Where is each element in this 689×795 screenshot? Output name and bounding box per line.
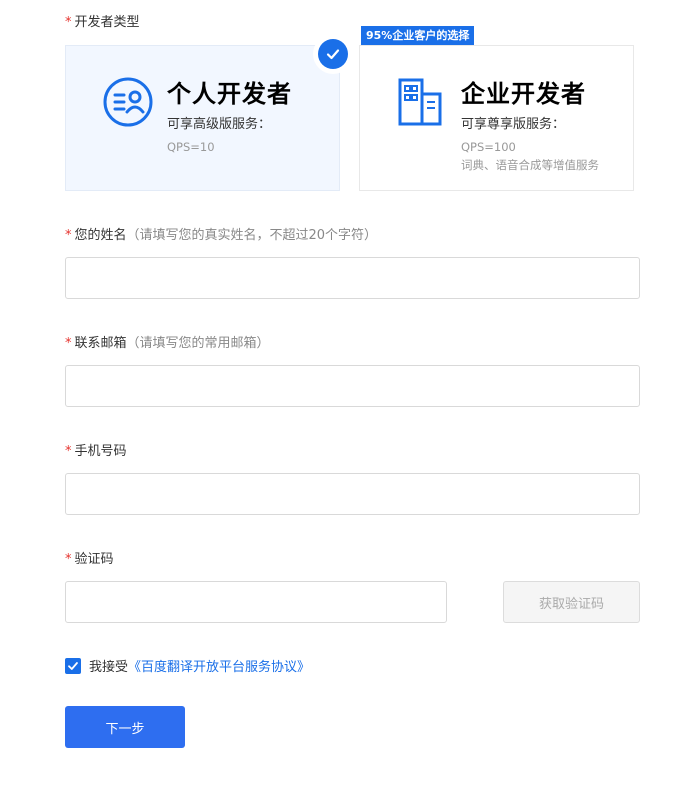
agreement-row: 我接受 《百度翻译开放平台服务协议》 bbox=[65, 656, 310, 675]
card-subtitle: 可享高级版服务： bbox=[167, 117, 272, 132]
phone-label: * 手机号码 bbox=[65, 444, 127, 459]
name-input[interactable] bbox=[65, 257, 640, 299]
card-details: QPS=100 词典、语音合成等增值服务 bbox=[461, 140, 599, 172]
next-button[interactable]: 下一步 bbox=[65, 706, 185, 748]
enterprise-badge: 95%企业客户的选择 bbox=[361, 26, 475, 45]
card-subtitle: 可享尊享版服务： bbox=[461, 117, 566, 132]
developer-type-label: * 开发者类型 bbox=[65, 15, 140, 30]
building-icon bbox=[398, 78, 442, 126]
code-label: * 验证码 bbox=[65, 552, 114, 567]
get-code-button[interactable]: 获取验证码 bbox=[503, 581, 640, 623]
card-title: 个人开发者 bbox=[167, 80, 292, 108]
selected-check-icon bbox=[313, 34, 353, 74]
agreement-checkbox[interactable] bbox=[65, 657, 81, 674]
required-mark: * bbox=[65, 15, 72, 30]
person-id-icon bbox=[103, 77, 153, 127]
name-label: * 您的姓名（请填写您的真实姓名，不超过20个字符） bbox=[65, 228, 378, 243]
agreement-text: 我接受 bbox=[89, 660, 129, 675]
card-title: 企业开发者 bbox=[461, 80, 586, 108]
card-details: QPS=10 bbox=[167, 140, 215, 154]
email-label: * 联系邮箱（请填写您的常用邮箱） bbox=[65, 336, 270, 351]
checkmark-icon bbox=[68, 661, 78, 670]
personal-developer-card[interactable]: 个人开发者 可享高级版服务： QPS=10 bbox=[65, 45, 340, 191]
email-input[interactable] bbox=[65, 365, 640, 407]
verification-code-input[interactable] bbox=[65, 581, 447, 623]
enterprise-developer-card[interactable]: 企业开发者 可享尊享版服务： QPS=100 词典、语音合成等增值服务 bbox=[359, 45, 634, 191]
agreement-link[interactable]: 《百度翻译开放平台服务协议》 bbox=[128, 656, 310, 675]
phone-input[interactable] bbox=[65, 473, 640, 515]
